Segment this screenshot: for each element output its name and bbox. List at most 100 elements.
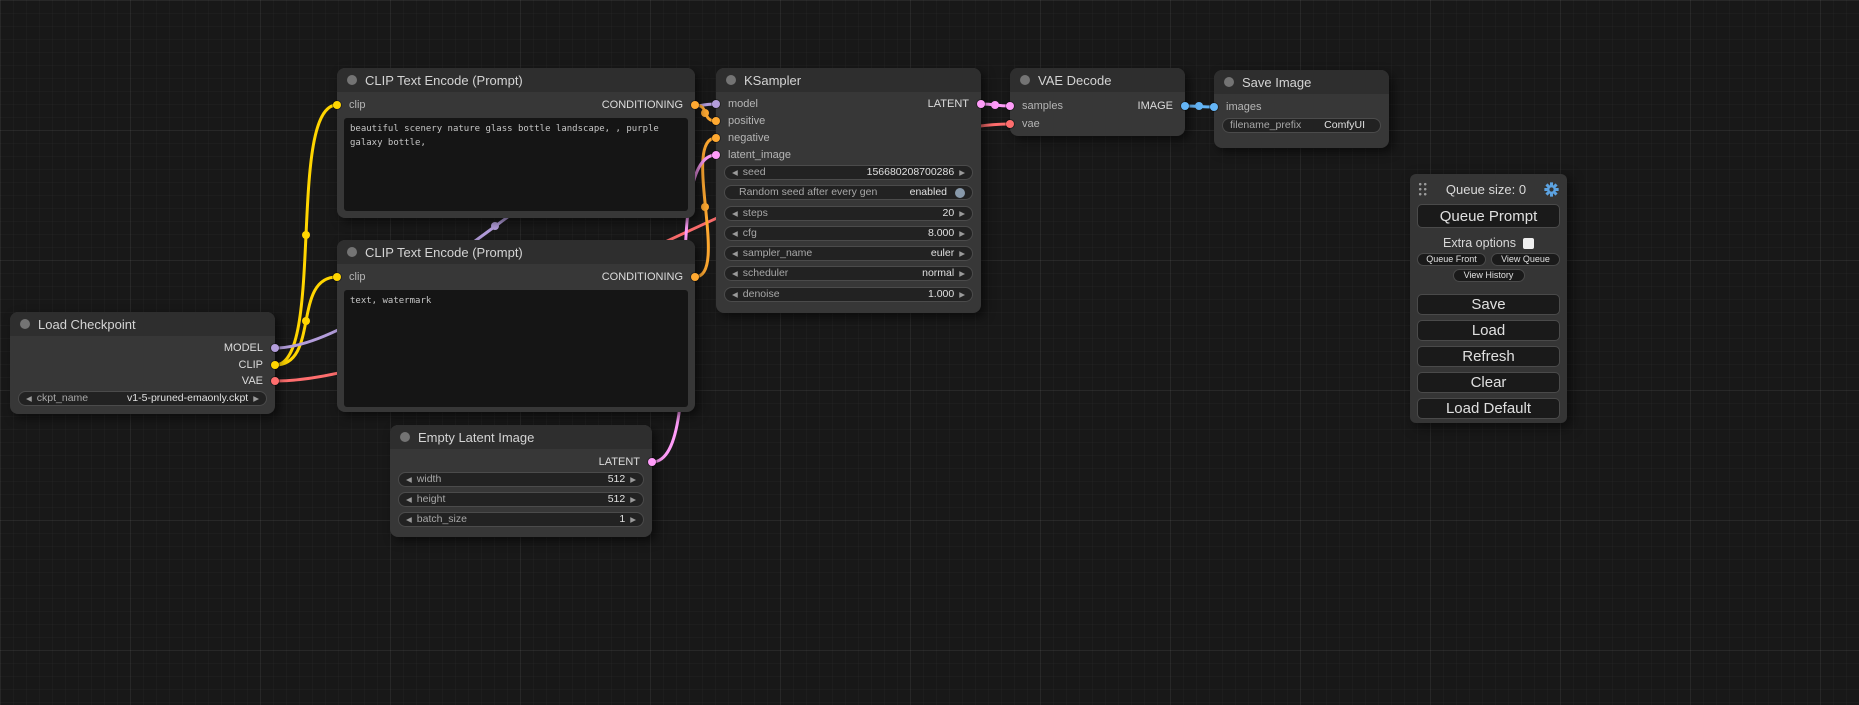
decrease-arrow-icon[interactable]: ◀ [406, 493, 412, 506]
model-input-dot[interactable] [712, 100, 720, 108]
clip-input-dot[interactable] [333, 273, 341, 281]
decrease-arrow-icon[interactable]: ◀ [732, 166, 738, 179]
conditioning-input-dot[interactable] [712, 117, 720, 125]
decrease-arrow-icon[interactable]: ◀ [732, 227, 738, 240]
node-ksampler[interactable]: KSampler model positive negative latent_… [716, 68, 981, 313]
random-seed-toggle-widget[interactable]: Random seed after every gen enabled [724, 185, 973, 200]
collapse-dot-icon[interactable] [20, 319, 30, 329]
model-output-dot[interactable] [271, 344, 279, 352]
conditioning-output-slot[interactable]: CONDITIONING [602, 97, 695, 113]
view-history-button[interactable]: View History [1453, 269, 1525, 282]
scheduler-widget[interactable]: ◀ scheduler normal ▶ [724, 266, 973, 281]
latent-output-slot[interactable]: LATENT [599, 454, 652, 470]
next-value-arrow-icon[interactable]: ▶ [253, 392, 259, 405]
clear-button[interactable]: Clear [1417, 372, 1560, 393]
decrease-arrow-icon[interactable]: ◀ [406, 473, 412, 486]
prev-value-arrow-icon[interactable]: ◀ [732, 267, 738, 280]
increase-arrow-icon[interactable]: ▶ [959, 207, 965, 220]
clip-input-slot[interactable]: clip [337, 269, 366, 285]
height-widget[interactable]: ◀ height 512 ▶ [398, 492, 644, 507]
latent-image-input-slot[interactable]: latent_image [716, 147, 791, 163]
view-queue-button[interactable]: View Queue [1491, 253, 1560, 266]
clip-input-slot[interactable]: clip [337, 97, 366, 113]
latent-output-dot[interactable] [648, 458, 656, 466]
queue-prompt-button[interactable]: Queue Prompt [1417, 204, 1560, 228]
load-default-button[interactable]: Load Default [1417, 398, 1560, 419]
image-output-dot[interactable] [1181, 102, 1189, 110]
sampler-name-widget[interactable]: ◀ sampler_name euler ▶ [724, 246, 973, 261]
collapse-dot-icon[interactable] [1020, 75, 1030, 85]
increase-arrow-icon[interactable]: ▶ [959, 166, 965, 179]
image-input-dot[interactable] [1210, 103, 1218, 111]
node-clip-text-encode-negative[interactable]: CLIP Text Encode (Prompt) clip CONDITION… [337, 240, 695, 412]
latent-output-slot[interactable]: LATENT [928, 96, 981, 112]
samples-input-slot[interactable]: samples [1010, 98, 1063, 114]
node-clip-text-encode-positive[interactable]: CLIP Text Encode (Prompt) clip CONDITION… [337, 68, 695, 218]
extra-options-checkbox[interactable] [1523, 238, 1534, 249]
model-input-slot[interactable]: model [716, 96, 758, 112]
node-title-bar[interactable]: Load Checkpoint [10, 312, 275, 336]
latent-input-dot[interactable] [712, 151, 720, 159]
node-empty-latent-image[interactable]: Empty Latent Image LATENT ◀ width 512 ▶ … [390, 425, 652, 537]
decrease-arrow-icon[interactable]: ◀ [732, 288, 738, 301]
node-save-image[interactable]: Save Image images filename_prefix ComfyU… [1214, 70, 1389, 148]
collapse-dot-icon[interactable] [347, 247, 357, 257]
menu-drag-handle-icon[interactable] [1418, 182, 1428, 196]
queue-front-button[interactable]: Queue Front [1417, 253, 1486, 266]
increase-arrow-icon[interactable]: ▶ [630, 513, 636, 526]
settings-gear-icon[interactable] [1544, 182, 1559, 197]
ckpt-name-widget[interactable]: ◀ ckpt_name v1-5-pruned-emaonly.ckpt ▶ [18, 391, 267, 406]
node-title-bar[interactable]: KSampler [716, 68, 981, 92]
clip-input-dot[interactable] [333, 101, 341, 109]
positive-prompt-textarea[interactable]: beautiful scenery nature glass bottle la… [344, 118, 688, 211]
vae-output-slot[interactable]: VAE [242, 373, 275, 389]
collapse-dot-icon[interactable] [400, 432, 410, 442]
conditioning-output-dot[interactable] [691, 273, 699, 281]
decrease-arrow-icon[interactable]: ◀ [732, 207, 738, 220]
image-output-slot[interactable]: IMAGE [1138, 98, 1185, 114]
save-button[interactable]: Save [1417, 294, 1560, 315]
latent-input-dot[interactable] [1006, 102, 1014, 110]
next-value-arrow-icon[interactable]: ▶ [959, 267, 965, 280]
decrease-arrow-icon[interactable]: ◀ [406, 513, 412, 526]
denoise-widget[interactable]: ◀ denoise 1.000 ▶ [724, 287, 973, 302]
seed-widget[interactable]: ◀ seed 156680208700286 ▶ [724, 165, 973, 180]
vae-output-dot[interactable] [271, 377, 279, 385]
batch-size-widget[interactable]: ◀ batch_size 1 ▶ [398, 512, 644, 527]
positive-input-slot[interactable]: positive [716, 113, 765, 129]
model-output-slot[interactable]: MODEL [224, 340, 275, 356]
increase-arrow-icon[interactable]: ▶ [959, 288, 965, 301]
latent-output-dot[interactable] [977, 100, 985, 108]
vae-input-dot[interactable] [1006, 120, 1014, 128]
collapse-dot-icon[interactable] [1224, 77, 1234, 87]
filename-prefix-widget[interactable]: filename_prefix ComfyUI [1222, 118, 1381, 133]
negative-prompt-textarea[interactable]: text, watermark [344, 290, 688, 407]
steps-widget[interactable]: ◀ steps 20 ▶ [724, 206, 973, 221]
images-input-slot[interactable]: images [1214, 99, 1261, 115]
increase-arrow-icon[interactable]: ▶ [630, 473, 636, 486]
node-load-checkpoint[interactable]: Load Checkpoint MODEL CLIP VAE ◀ ckpt_na… [10, 312, 275, 414]
clip-output-slot[interactable]: CLIP [239, 357, 275, 373]
prev-value-arrow-icon[interactable]: ◀ [732, 247, 738, 260]
prev-value-arrow-icon[interactable]: ◀ [26, 392, 32, 405]
increase-arrow-icon[interactable]: ▶ [959, 227, 965, 240]
conditioning-input-dot[interactable] [712, 134, 720, 142]
node-title-bar[interactable]: VAE Decode [1010, 68, 1185, 92]
increase-arrow-icon[interactable]: ▶ [630, 493, 636, 506]
conditioning-output-slot[interactable]: CONDITIONING [602, 269, 695, 285]
negative-input-slot[interactable]: negative [716, 130, 770, 146]
collapse-dot-icon[interactable] [347, 75, 357, 85]
vae-input-slot[interactable]: vae [1010, 116, 1040, 132]
node-title-bar[interactable]: Save Image [1214, 70, 1389, 94]
node-title-bar[interactable]: CLIP Text Encode (Prompt) [337, 68, 695, 92]
node-vae-decode[interactable]: VAE Decode samples vae IMAGE [1010, 68, 1185, 136]
load-button[interactable]: Load [1417, 320, 1560, 341]
refresh-button[interactable]: Refresh [1417, 346, 1560, 367]
toggle-on-indicator[interactable] [955, 188, 965, 198]
width-widget[interactable]: ◀ width 512 ▶ [398, 472, 644, 487]
clip-output-dot[interactable] [271, 361, 279, 369]
conditioning-output-dot[interactable] [691, 101, 699, 109]
collapse-dot-icon[interactable] [726, 75, 736, 85]
node-graph-canvas[interactable]: Load Checkpoint MODEL CLIP VAE ◀ ckpt_na… [0, 0, 1859, 705]
next-value-arrow-icon[interactable]: ▶ [959, 247, 965, 260]
